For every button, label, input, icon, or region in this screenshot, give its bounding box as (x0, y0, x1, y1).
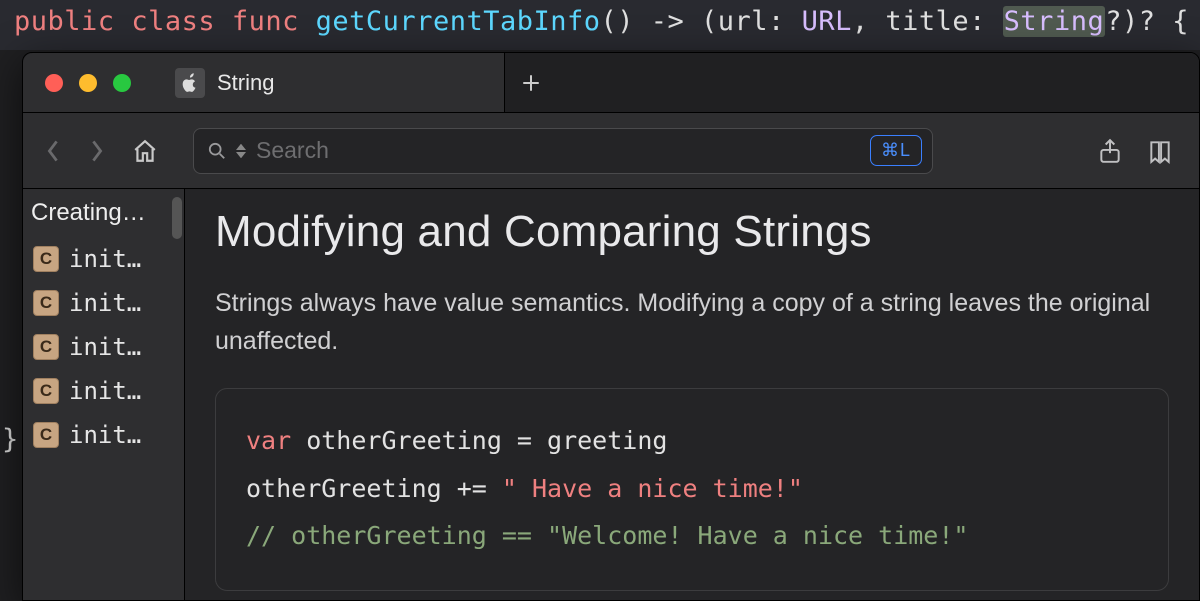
sidebar-item-label: init… (69, 245, 141, 273)
zoom-button[interactable] (113, 74, 131, 92)
tok-type-string: String (1003, 6, 1106, 37)
search-icon (208, 142, 226, 160)
sidebar[interactable]: Creating… C init… C init… C init… C init… (23, 189, 185, 600)
sidebar-item-init-3[interactable]: C init… (23, 369, 184, 413)
sidebar-item-label: init… (69, 289, 141, 317)
code-string-literal: " Have a nice time!" (502, 474, 803, 503)
home-button[interactable] (123, 131, 167, 171)
sidebar-item-init-4[interactable]: C init… (23, 413, 184, 457)
minimize-button[interactable] (79, 74, 97, 92)
sidebar-item-label: init… (69, 377, 141, 405)
tab-title: String (217, 70, 274, 96)
doc-code-sample: var otherGreeting = greeting otherGreeti… (215, 388, 1169, 591)
doc-window: String ⌘L (22, 52, 1200, 601)
tok-class: class (131, 6, 215, 37)
constructor-badge-icon: C (33, 378, 59, 404)
doc-content[interactable]: Modifying and Comparing Strings Strings … (185, 189, 1199, 600)
bookmark-button[interactable] (1145, 138, 1175, 164)
tok-type-url: URL (802, 6, 852, 37)
sidebar-item-init-0[interactable]: C init… (23, 237, 184, 281)
constructor-badge-icon: C (33, 290, 59, 316)
search-input[interactable] (256, 137, 860, 164)
code-kw-var: var (246, 426, 291, 455)
close-button[interactable] (45, 74, 63, 92)
editor-code-line: public class func getCurrentTabInfo() ->… (0, 0, 1200, 50)
tok-func: func (232, 6, 299, 37)
traffic-lights (23, 53, 155, 112)
tok-funcname: getCurrentTabInfo (316, 6, 601, 37)
search-box[interactable]: ⌘L (193, 128, 933, 174)
doc-heading: Modifying and Comparing Strings (215, 207, 1169, 257)
sidebar-item-label: init… (69, 333, 141, 361)
sidebar-scrollbar[interactable] (172, 197, 182, 239)
constructor-badge-icon: C (33, 422, 59, 448)
new-tab-button[interactable] (505, 53, 557, 112)
toolbar: ⌘L (23, 113, 1199, 189)
apple-icon (175, 68, 205, 98)
sidebar-item-init-2[interactable]: C init… (23, 325, 184, 369)
tab-string[interactable]: String (155, 53, 505, 112)
search-scope-chevrons[interactable] (236, 144, 246, 158)
window-body: Creating… C init… C init… C init… C init… (23, 189, 1199, 600)
editor-closing-brace: } (0, 424, 22, 455)
forward-button[interactable] (79, 131, 115, 171)
share-button[interactable] (1095, 138, 1125, 164)
sidebar-item-init-1[interactable]: C init… (23, 281, 184, 325)
tok-public: public (14, 6, 115, 37)
doc-paragraph: Strings always have value semantics. Mod… (215, 285, 1169, 360)
sidebar-item-label: init… (69, 421, 141, 449)
search-shortcut-badge: ⌘L (870, 135, 922, 166)
code-comment: // otherGreeting == "Welcome! Have a nic… (246, 521, 968, 550)
back-button[interactable] (35, 131, 71, 171)
toolbar-right (1095, 138, 1175, 164)
sidebar-heading: Creating… (23, 195, 184, 237)
constructor-badge-icon: C (33, 334, 59, 360)
tab-bar: String (23, 53, 1199, 113)
constructor-badge-icon: C (33, 246, 59, 272)
